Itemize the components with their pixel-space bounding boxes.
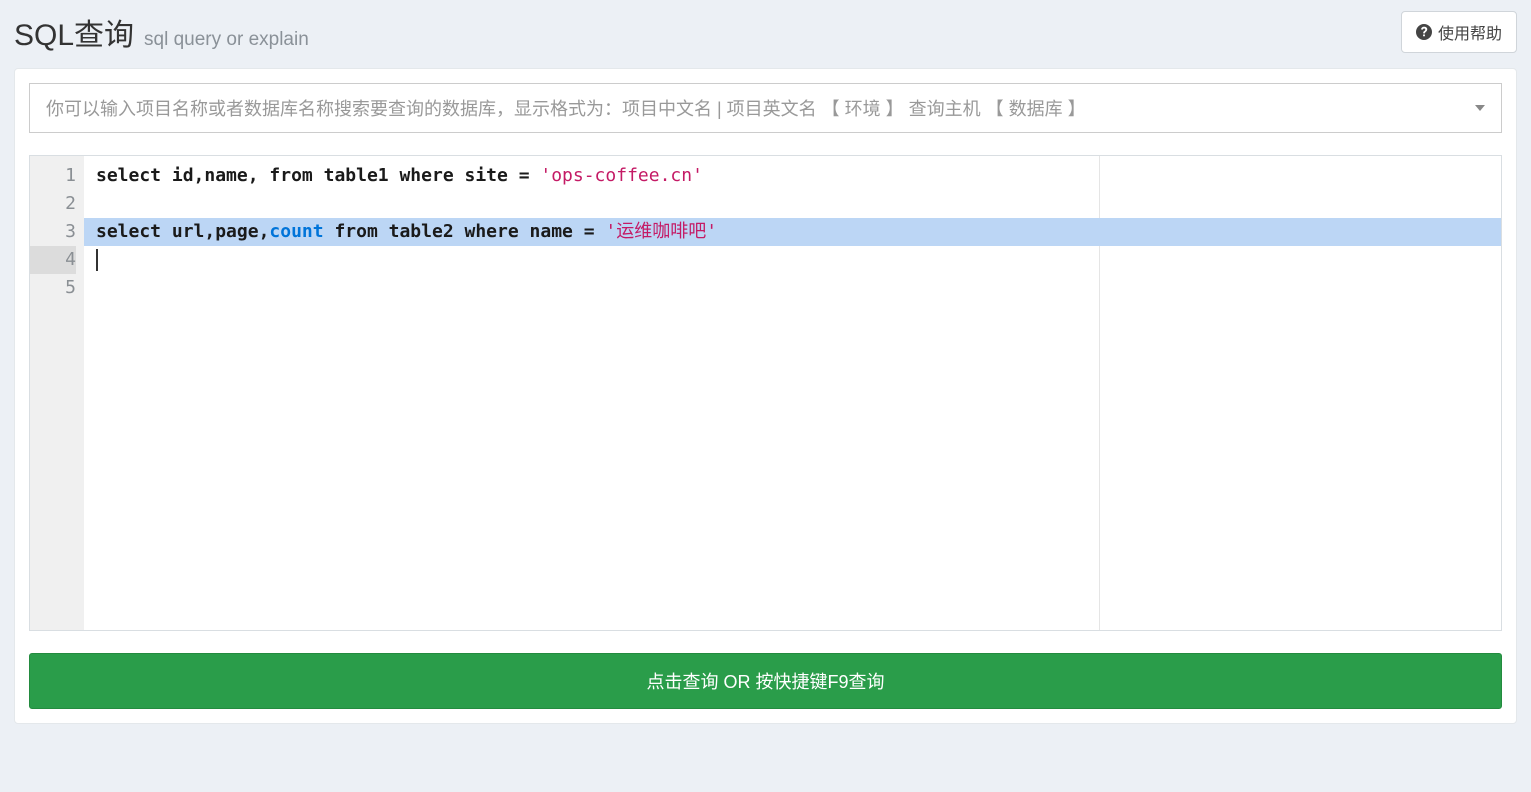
code-line [96, 274, 1501, 302]
code-line [96, 246, 1501, 274]
run-query-button[interactable]: 点击查询 OR 按快捷键F9查询 [29, 653, 1502, 709]
sql-editor[interactable]: 1 2 3 4 5 select id,name, from table1 wh… [29, 155, 1502, 631]
code-line: select url,page,count from table2 where … [84, 218, 1501, 246]
question-circle-icon [1416, 24, 1432, 40]
title-group: SQL查询 sql query or explain [14, 10, 309, 54]
line-number: 1 [30, 162, 76, 190]
help-button[interactable]: 使用帮助 [1401, 11, 1517, 53]
line-number: 2 [30, 190, 76, 218]
caret-down-icon [1475, 105, 1485, 111]
help-button-label: 使用帮助 [1438, 20, 1502, 44]
line-number: 5 [30, 274, 76, 302]
page-header: SQL查询 sql query or explain 使用帮助 [0, 0, 1531, 68]
editor-code-area[interactable]: select id,name, from table1 where site =… [84, 156, 1501, 630]
code-line: select id,name, from table1 where site =… [96, 162, 1501, 190]
run-query-label: 点击查询 OR 按快捷键F9查询 [646, 672, 884, 692]
main-panel: 你可以输入项目名称或者数据库名称搜索要查询的数据库，显示格式为：项目中文名 | … [14, 68, 1517, 724]
page-title: SQL查询 [14, 10, 134, 54]
line-number: 4 [30, 246, 76, 274]
database-select-placeholder: 你可以输入项目名称或者数据库名称搜索要查询的数据库，显示格式为：项目中文名 | … [46, 95, 1086, 121]
line-number: 3 [30, 218, 76, 246]
page-subtitle: sql query or explain [144, 29, 309, 51]
code-line [96, 190, 1501, 218]
editor-gutter: 1 2 3 4 5 [30, 156, 84, 630]
database-select[interactable]: 你可以输入项目名称或者数据库名称搜索要查询的数据库，显示格式为：项目中文名 | … [29, 83, 1502, 133]
cursor-icon [96, 249, 98, 271]
